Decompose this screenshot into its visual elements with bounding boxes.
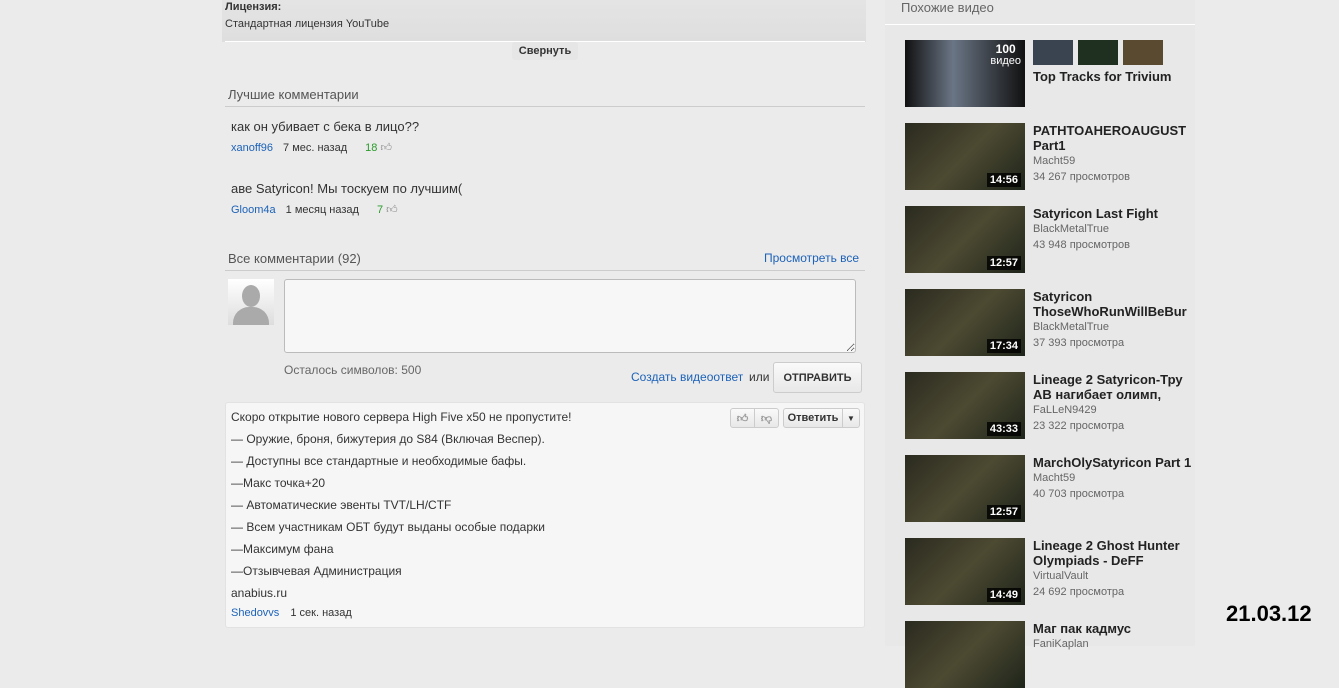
video-views: 37 393 просмотра <box>1033 337 1125 349</box>
playlist-mini-thumbnail[interactable] <box>1033 40 1073 65</box>
video-thumbnail[interactable] <box>905 621 1025 688</box>
video-thumbnail[interactable]: 12:57 <box>905 455 1025 522</box>
video-channel: Macht59 <box>1033 472 1076 484</box>
thumb-up-icon: 👍︎ <box>377 142 392 154</box>
related-video[interactable]: Lineage 2 Ghost Hunter Olympiads - DeFF V… <box>1033 538 1193 600</box>
view-all-link[interactable]: Просмотреть все <box>764 251 859 265</box>
comment-line: — Оружие, броня, бижутерия до S84 (Включ… <box>231 432 545 446</box>
thumb-up-icon: 👍︎ <box>383 204 398 216</box>
top-comment-meta: xanoff96 7 мес. назад 18 👍︎ <box>231 141 392 154</box>
all-comments-title: Все комментарии (92) <box>228 251 361 266</box>
video-duration: 17:34 <box>986 339 1021 353</box>
collapse-button[interactable]: Свернуть <box>512 42 578 60</box>
comment-line: —Отзывчевая Администрация <box>231 564 402 578</box>
or-text: или <box>749 370 770 384</box>
divider <box>225 106 865 107</box>
related-video[interactable]: Маг пак кадмус FaniKaplan <box>1033 621 1193 652</box>
video-title[interactable]: Lineage 2 Satyricon-Тру АВ нагибает олим… <box>1033 372 1193 402</box>
comment-line: — Всем участникам ОБТ будут выданы особы… <box>231 520 545 534</box>
related-video[interactable]: MarchOlySatyricon Part 1 Macht59 40 703 пр… <box>1033 455 1193 502</box>
comment-input[interactable] <box>284 279 856 353</box>
like-button[interactable]: 👍︎ <box>730 408 755 428</box>
video-duration: 12:57 <box>986 505 1021 519</box>
video-channel: FaLLeN9429 <box>1033 404 1097 416</box>
thumb-up-icon: 👍︎ <box>736 412 749 425</box>
license-value: Стандартная лицензия YouTube <box>225 18 390 30</box>
comment-line: —Максимум фана <box>231 542 334 556</box>
playlist-count: 100 <box>995 42 1016 56</box>
video-channel: Macht59 <box>1033 155 1076 167</box>
thumb-down-icon: 👎︎ <box>760 412 773 425</box>
divider <box>225 270 865 271</box>
comment-line: Скоро открытие нового сервера High Five … <box>231 410 572 424</box>
comment-time: 1 сек. назад <box>290 607 352 619</box>
video-reply-link[interactable]: Создать видеоответ <box>631 370 743 384</box>
video-title[interactable]: MarchOlySatyricon Part 1 <box>1033 455 1193 470</box>
divider <box>885 24 1195 25</box>
video-thumbnail[interactable]: 43:33 <box>905 372 1025 439</box>
comment-line: — Доступны все стандартные и необходимые… <box>231 454 527 468</box>
top-comments-title: Лучшие комментарии <box>228 87 359 102</box>
comment-author[interactable]: Shedovvs <box>231 607 279 619</box>
related-video[interactable]: Lineage 2 Satyricon-Тру АВ нагибает олим… <box>1033 372 1193 434</box>
video-title[interactable]: Satyricon Last Fight <box>1033 206 1193 221</box>
video-title[interactable]: Satyricon ThoseWhoRunWillBeBur <box>1033 289 1193 319</box>
top-comment-text: аве Satyricon! Мы тоскуем по лучшим( <box>231 181 463 196</box>
video-duration: 12:57 <box>986 256 1021 270</box>
license-label: Лицензия: <box>225 1 282 13</box>
video-title[interactable]: PATHTOAHEROAUGUST Part1 <box>1033 123 1193 153</box>
related-title: Похожие видео <box>901 0 994 15</box>
video-title[interactable]: Маг пак кадмус <box>1033 621 1193 636</box>
top-comment-time: 7 мес. назад <box>283 142 348 154</box>
dislike-button[interactable]: 👎︎ <box>754 408 779 428</box>
top-comment-likes: 18 <box>365 142 378 154</box>
send-button[interactable]: ОТПРАВИТЬ <box>773 362 862 393</box>
video-title[interactable]: Lineage 2 Ghost Hunter Olympiads - DeFF <box>1033 538 1193 568</box>
video-thumbnail[interactable]: 17:34 <box>905 289 1025 356</box>
video-views: 43 948 просмотров <box>1033 239 1130 251</box>
top-comment-author[interactable]: Gloom4a <box>231 204 276 216</box>
reply-menu-button[interactable]: ▼ <box>842 408 860 428</box>
video-duration: 43:33 <box>986 422 1021 436</box>
playlist-count-label: видео <box>990 55 1021 67</box>
top-comment-author[interactable]: xanoff96 <box>231 142 273 154</box>
chevron-down-icon: ▼ <box>847 413 855 423</box>
video-views: 40 703 просмотра <box>1033 488 1125 500</box>
comment-line: —Макс точка+20 <box>231 476 326 490</box>
video-channel: BlackMetalTrue <box>1033 223 1110 235</box>
playlist-thumbnail[interactable]: 100 видео <box>905 40 1025 107</box>
video-views: 34 267 просмотров <box>1033 171 1130 183</box>
video-duration: 14:49 <box>986 588 1021 602</box>
comment-item: Скоро открытие нового сервера High Five … <box>225 402 865 628</box>
video-thumbnail[interactable]: 14:56 <box>905 123 1025 190</box>
license-section: Лицензия: Стандартная лицензия YouTube <box>222 0 866 42</box>
top-comment-time: 1 месяц назад <box>285 204 359 216</box>
top-comment-text: как он убивает с бека в лицо?? <box>231 119 420 134</box>
playlist-mini-thumbnail[interactable] <box>1078 40 1118 65</box>
related-video[interactable]: Satyricon ThoseWhoRunWillBeBur BlackMetal… <box>1033 289 1193 351</box>
video-views: 23 322 просмотра <box>1033 420 1125 432</box>
video-channel: VirtualVault <box>1033 570 1089 582</box>
reply-button[interactable]: Ответить <box>783 408 843 428</box>
date-stamp: 21.03.12 <box>1226 601 1312 626</box>
related-video[interactable]: Satyricon Last Fight BlackMetalTrue 43 948… <box>1033 206 1193 253</box>
top-comment-meta: Gloom4a 1 месяц назад 7 👍︎ <box>231 203 398 216</box>
video-channel: FaniKaplan <box>1033 638 1089 650</box>
video-duration: 14:56 <box>986 173 1021 187</box>
avatar <box>228 279 274 325</box>
comment-line: — Автоматические эвенты TVT/LH/CTF <box>231 498 452 512</box>
video-thumbnail[interactable]: 12:57 <box>905 206 1025 273</box>
video-channel: BlackMetalTrue <box>1033 321 1110 333</box>
comment-line: anabius.ru <box>231 586 288 600</box>
video-thumbnail[interactable]: 14:49 <box>905 538 1025 605</box>
related-video[interactable]: PATHTOAHEROAUGUST Part1 Macht59 34 267 про… <box>1033 123 1193 185</box>
playlist-title[interactable]: Top Tracks for Trivium <box>1033 69 1193 84</box>
video-views: 24 692 просмотра <box>1033 586 1125 598</box>
playlist-mini-thumbnail[interactable] <box>1123 40 1163 65</box>
chars-left: Осталось символов: 500 <box>284 363 422 377</box>
